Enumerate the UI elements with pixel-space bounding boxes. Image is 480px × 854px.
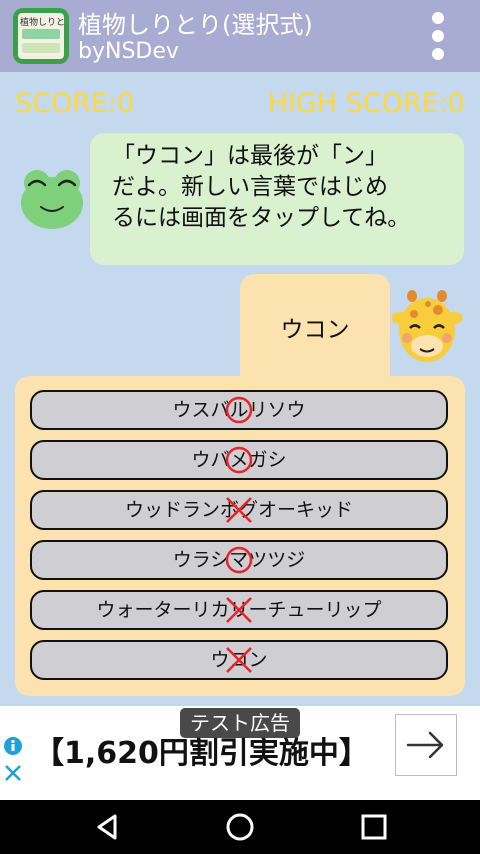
home-icon[interactable] [223, 810, 257, 844]
choice-button[interactable]: ウコン [30, 640, 448, 680]
back-icon[interactable] [91, 810, 125, 844]
info-icon[interactable] [2, 736, 24, 782]
choice-button[interactable]: ウスバルリソウ [30, 390, 448, 430]
more-vert-icon[interactable] [426, 12, 450, 64]
app-title: 植物しりとり(選択式) [78, 11, 313, 39]
recents-icon[interactable] [357, 810, 391, 844]
app-icon-text: 植物しりとり [20, 18, 64, 28]
score-label: SCORE:0 [15, 88, 135, 119]
message-line: るには画面をタップしてね。 [112, 205, 411, 231]
frog-icon [21, 170, 83, 229]
choice-label: ウバメガシ [191, 449, 287, 471]
app-icon: 植物しりとり [13, 8, 69, 64]
choice-label: ウッドランボグオーキッド [124, 499, 353, 521]
high-score-label: HIGH SCORE:0 [267, 88, 465, 119]
choice-button[interactable]: ウバメガシ [30, 440, 448, 480]
choices-panel: ウスバルリソウ ウバメガシ ウッドランボグオーキッド ウラシマツツジ ウォーター… [15, 376, 465, 696]
ad-badge: テスト広告 [180, 708, 300, 738]
current-word: ウコン [280, 317, 350, 343]
choice-label: ウスバルリソウ [172, 399, 306, 421]
giraffe-icon [392, 290, 462, 362]
navigation-bar [0, 800, 480, 854]
message-bubble: 「ウコン」は最後が「ン」 だよ。新しい言葉ではじめ るには画面をタップしてね。 [90, 133, 464, 265]
message-line: 「ウコン」は最後が「ン」 [112, 143, 388, 169]
choice-label: ウコン [210, 649, 268, 671]
current-word-card: ウコン [240, 274, 390, 378]
choice-label: ウォーターリカリーチューリップ [96, 599, 382, 621]
app-subtitle: byNSDev [78, 39, 179, 64]
choice-button[interactable]: ウォーターリカリーチューリップ [30, 590, 448, 630]
app-bar: 植物しりとり 植物しりとり(選択式) byNSDev [0, 0, 480, 72]
ad-banner[interactable]: 【1,620円割引実施中】 テスト広告 [0, 706, 480, 800]
message-line: だよ。新しい言葉ではじめ [112, 174, 388, 200]
choice-button[interactable]: ウッドランボグオーキッド [30, 490, 448, 530]
arrow-right-icon[interactable] [395, 714, 457, 776]
choice-button[interactable]: ウラシマツツジ [30, 540, 448, 580]
choice-label: ウラシマツツジ [172, 549, 306, 571]
